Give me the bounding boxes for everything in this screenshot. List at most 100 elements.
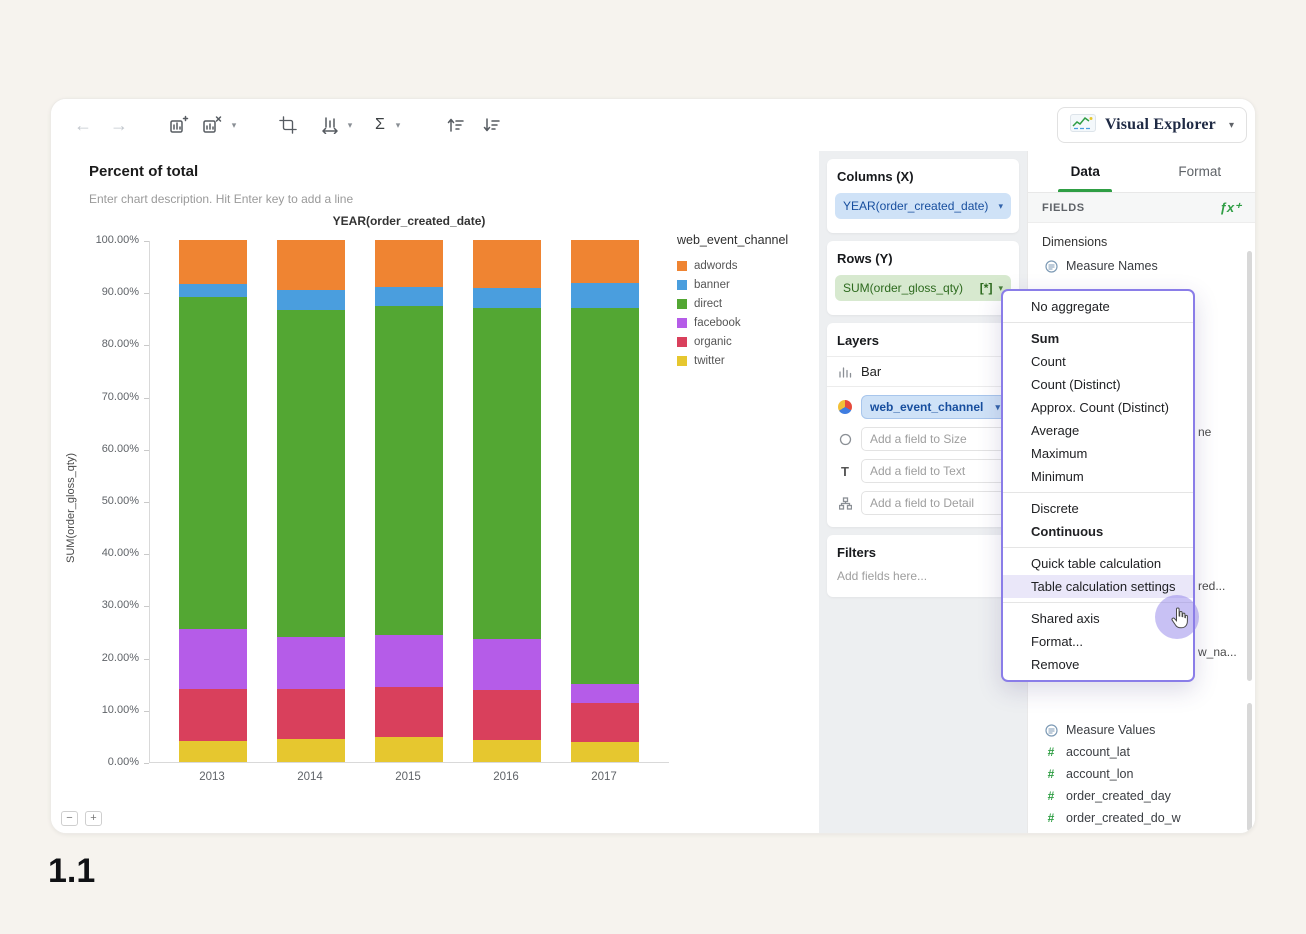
zoom-out-button[interactable]: − [61, 811, 78, 826]
delete-chart-button[interactable] [200, 113, 224, 137]
bar-segment-banner[interactable] [473, 288, 541, 308]
bar-segment-twitter[interactable] [179, 741, 247, 762]
sort-descending-button[interactable] [479, 113, 503, 137]
columns-pill-year-order-created-date[interactable]: YEAR(order_created_date) ▾ [835, 193, 1011, 219]
menu-item-continuous[interactable]: Continuous [1003, 520, 1193, 543]
duplicate-chart-button[interactable] [167, 113, 191, 137]
back-button[interactable]: ← [71, 113, 95, 137]
visual-explorer-button[interactable]: Visual Explorer ▾ [1056, 107, 1247, 143]
dimensions-scrollbar[interactable] [1247, 251, 1252, 681]
field-item-account-lon[interactable]: # account_lon [1044, 763, 1255, 785]
menu-item-sum[interactable]: Sum [1003, 327, 1193, 350]
menu-item-approx-count-distinct[interactable]: Approx. Count (Distinct) [1003, 396, 1193, 419]
bar-segment-organic[interactable] [179, 688, 247, 742]
rows-pill-sum-order-gloss-qty[interactable]: SUM(order_gloss_qty) [*] ▾ [835, 275, 1011, 301]
detail-field-dropzone[interactable]: Add a field to Detail [861, 491, 1009, 515]
pill-caret-icon[interactable]: ▾ [998, 201, 1003, 212]
bar-chart-icon [837, 365, 853, 379]
bar-segment-organic[interactable] [375, 687, 443, 737]
bar-segment-adwords[interactable] [277, 239, 345, 290]
menu-item-no-aggregate[interactable]: No aggregate [1003, 295, 1193, 318]
aggregate-caret-icon[interactable]: ▾ [392, 113, 404, 137]
field-item-measure-names[interactable]: Measure Names [1044, 255, 1255, 277]
menu-item-discrete[interactable]: Discrete [1003, 497, 1193, 520]
legend-item-organic[interactable]: organic [677, 336, 788, 348]
legend-item-adwords[interactable]: adwords [677, 260, 788, 272]
bar-segment-facebook[interactable] [179, 628, 247, 689]
bar-segment-adwords[interactable] [473, 240, 541, 289]
bar-segment-direct[interactable] [375, 306, 443, 636]
bar-segment-organic[interactable] [277, 688, 345, 739]
legend-item-facebook[interactable]: facebook [677, 317, 788, 329]
menu-item-minimum[interactable]: Minimum [1003, 465, 1193, 488]
sort-ascending-button[interactable] [443, 113, 467, 137]
field-item-measure-values[interactable]: Measure Values [1044, 719, 1255, 741]
bar-segment-direct[interactable] [571, 308, 639, 684]
tab-data[interactable]: Data [1028, 151, 1143, 192]
bar-segment-adwords[interactable] [571, 240, 639, 283]
menu-item-count[interactable]: Count [1003, 350, 1193, 373]
bar-segment-banner[interactable] [277, 289, 345, 311]
occluded-field-label[interactable]: red... [1198, 579, 1225, 593]
legend-item-direct[interactable]: direct [677, 298, 788, 310]
fields-header: FIELDS ƒx⁺ [1028, 193, 1255, 223]
legend-item-twitter[interactable]: twitter [677, 355, 788, 367]
bar-segment-direct[interactable] [473, 307, 541, 640]
legend-item-banner[interactable]: banner [677, 279, 788, 291]
size-field-dropzone[interactable]: Add a field to Size [861, 427, 1009, 451]
aggregate-sigma-button[interactable]: Σ [370, 113, 390, 137]
filters-dropzone[interactable]: Add fields here... [835, 569, 1011, 583]
occluded-field-label[interactable]: ne [1198, 425, 1211, 439]
bar-segment-twitter[interactable] [277, 738, 345, 762]
pill-label: web_event_channel [870, 400, 984, 414]
field-item-order-created-do-w[interactable]: # order_created_do_w [1044, 807, 1255, 829]
crop-button[interactable] [276, 113, 300, 137]
legend-title: web_event_channel [677, 233, 789, 247]
stacked-bar-2016[interactable] [473, 240, 541, 762]
menu-item-average[interactable]: Average [1003, 419, 1193, 442]
menu-item-remove[interactable]: Remove [1003, 653, 1193, 676]
menu-item-table-calculation-settings[interactable]: Table calculation settings [1003, 575, 1193, 598]
tab-format[interactable]: Format [1143, 151, 1256, 192]
field-item-account-lat[interactable]: # account_lat [1044, 741, 1255, 763]
bar-segment-facebook[interactable] [571, 683, 639, 704]
stacked-bar-2013[interactable] [179, 239, 247, 762]
legend: web_event_channel adwords banner direct fac… [677, 233, 788, 374]
measures-scrollbar[interactable] [1247, 703, 1252, 831]
delete-options-caret-icon[interactable]: ▾ [228, 113, 240, 137]
forward-button[interactable]: → [107, 113, 131, 137]
occluded-field-label[interactable]: w_na... [1198, 645, 1237, 659]
bar-segment-adwords[interactable] [375, 239, 443, 287]
bar-segment-adwords[interactable] [179, 239, 247, 285]
bar-segment-direct[interactable] [179, 297, 247, 629]
stacked-bar-2017[interactable] [571, 240, 639, 762]
menu-item-count-distinct[interactable]: Count (Distinct) [1003, 373, 1193, 396]
field-item-order-created-day[interactable]: # order_created_day [1044, 785, 1255, 807]
bar-segment-banner[interactable] [375, 286, 443, 307]
layers-shelf: Layers Bar web_event_channel ▾ Add a fie… [827, 323, 1019, 527]
bar-segment-banner[interactable] [179, 284, 247, 298]
color-pill-web-event-channel[interactable]: web_event_channel ▾ [861, 395, 1009, 419]
pill-caret-icon[interactable]: ▾ [995, 402, 1000, 413]
bar-segment-banner[interactable] [571, 282, 639, 309]
stacked-bar-2015[interactable] [375, 239, 443, 762]
bar-segment-facebook[interactable] [277, 636, 345, 689]
text-field-dropzone[interactable]: Add a field to Text [861, 459, 1009, 483]
brand-caret-icon[interactable]: ▾ [1229, 120, 1234, 131]
bar-segment-direct[interactable] [277, 310, 345, 637]
bar-segment-facebook[interactable] [375, 635, 443, 688]
stacked-bar-2014[interactable] [277, 239, 345, 762]
bar-segment-twitter[interactable] [571, 742, 639, 762]
bar-segment-facebook[interactable] [473, 639, 541, 691]
mark-type-row[interactable]: Bar [827, 356, 1019, 387]
add-calculated-field-button[interactable]: ƒx⁺ [1220, 200, 1241, 216]
swap-axes-button[interactable] [318, 113, 342, 137]
bar-segment-twitter[interactable] [473, 739, 541, 762]
bar-segment-twitter[interactable] [375, 736, 443, 762]
swap-axes-caret-icon[interactable]: ▾ [344, 113, 356, 137]
bar-segment-organic[interactable] [473, 690, 541, 740]
menu-item-quick-table-calculation[interactable]: Quick table calculation [1003, 552, 1193, 575]
menu-item-maximum[interactable]: Maximum [1003, 442, 1193, 465]
zoom-in-button[interactable]: + [85, 811, 102, 826]
bar-segment-organic[interactable] [571, 703, 639, 743]
